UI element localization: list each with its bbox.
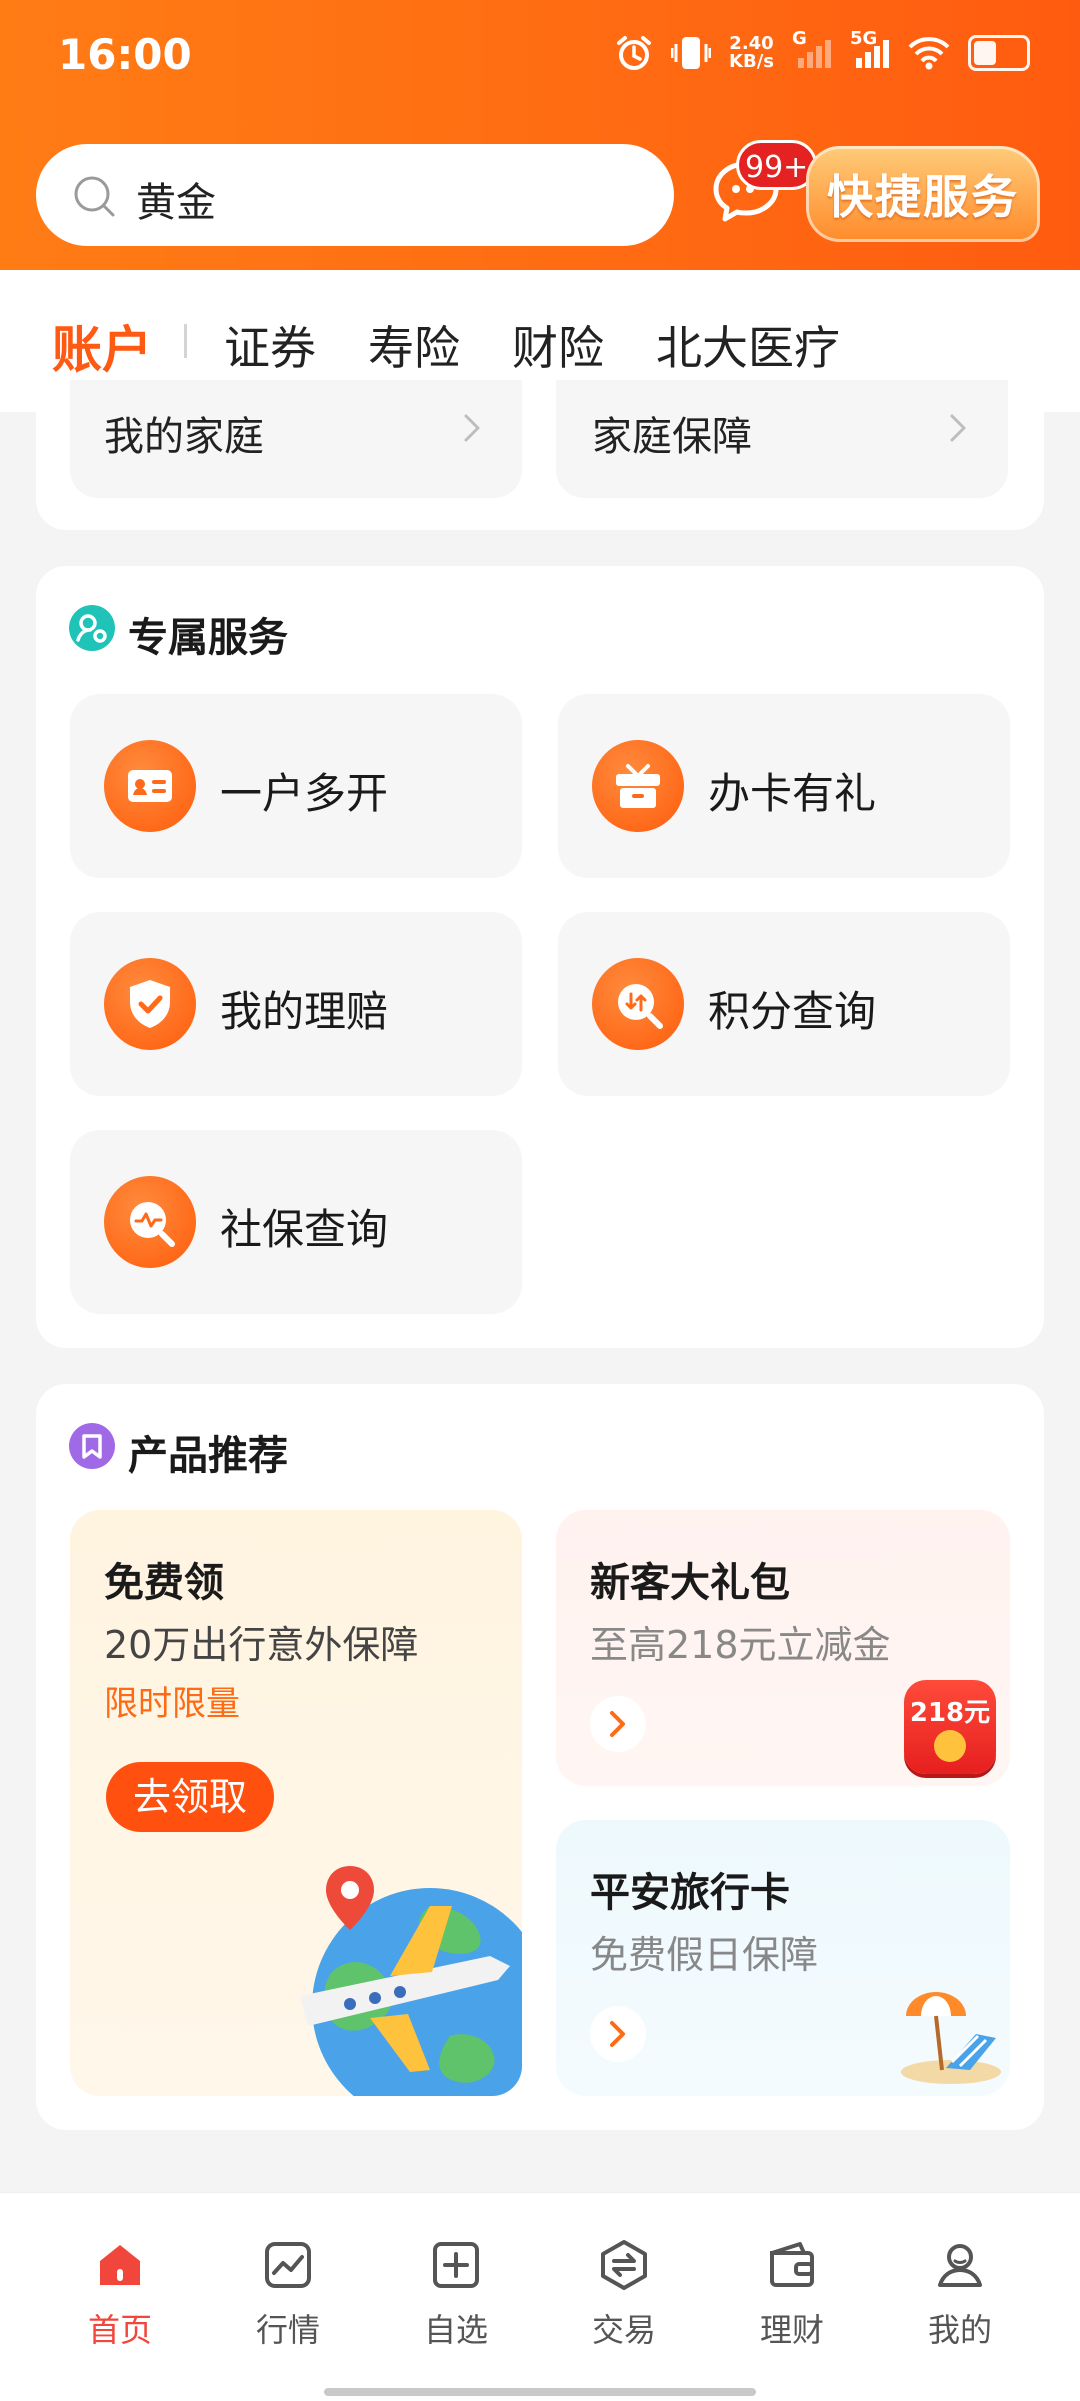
bottom-navigation: 首页 行情 自选 交易 理财 我的 xyxy=(0,2192,1080,2401)
promo-subtitle: 20万出行意外保障 xyxy=(104,1623,419,1667)
pulse-search-icon xyxy=(104,1176,196,1268)
alarm-icon xyxy=(617,36,652,70)
promo-arrow-button[interactable] xyxy=(590,2006,646,2062)
vibrate-icon xyxy=(671,37,712,69)
promo-arrow-button[interactable] xyxy=(590,1696,646,1752)
search-input[interactable]: 黄金 xyxy=(136,170,216,228)
shield-check-icon xyxy=(104,958,196,1050)
signal-5g: 5G xyxy=(850,28,890,72)
status-bar: 16:00 2.40 KB/s G 5G xyxy=(0,0,1080,120)
promo-title: 平安旅行卡 xyxy=(590,1870,790,1916)
service-label: 积分查询 xyxy=(708,987,877,1036)
add-watchlist-icon xyxy=(433,2242,479,2288)
exclusive-services-icon xyxy=(69,605,115,651)
market-chart-icon xyxy=(265,2242,311,2288)
coin-icon xyxy=(934,1730,966,1762)
wallet-icon xyxy=(770,2242,814,2287)
nav-label: 交易 xyxy=(591,2311,656,2349)
product-recommendation-title: 产品推荐 xyxy=(128,1433,288,1479)
nav-label: 首页 xyxy=(87,2311,152,2349)
nav-label: 行情 xyxy=(255,2311,320,2349)
signal-g-label: G xyxy=(792,28,807,49)
chevron-right-icon xyxy=(950,414,966,442)
service-multi-account[interactable]: 一户多开 xyxy=(70,694,522,878)
service-label: 办卡有礼 xyxy=(708,769,877,818)
status-time: 16:00 xyxy=(58,30,192,79)
promo-travel-card[interactable]: 平安旅行卡 免费假日保障 xyxy=(556,1820,1010,2096)
tab-account[interactable]: 账户 xyxy=(52,310,152,382)
nav-label: 我的 xyxy=(927,2311,992,2349)
promo-title: 新客大礼包 xyxy=(590,1560,790,1606)
promo-free-coverage[interactable]: 免费领 20万出行意外保障 限时限量 去领取 xyxy=(70,1510,522,2096)
network-speed: 2.40 KB/s xyxy=(729,35,774,71)
nav-profile[interactable]: 我的 xyxy=(876,2237,1044,2351)
tab-securities[interactable]: 证券 xyxy=(224,312,316,378)
nav-trade[interactable]: 交易 xyxy=(540,2237,708,2351)
promo-subtitle: 免费假日保障 xyxy=(590,1933,819,1977)
net-speed-unit: KB/s xyxy=(729,51,774,72)
status-icons: 2.40 KB/s G 5G xyxy=(615,28,1030,72)
profile-icon xyxy=(938,2244,982,2287)
nav-label: 理财 xyxy=(759,2311,824,2349)
tab-life-insurance[interactable]: 寿险 xyxy=(368,312,460,378)
bookmark-icon xyxy=(69,1423,115,1469)
nav-wealth[interactable]: 理财 xyxy=(708,2237,876,2351)
quick-service-button[interactable]: 快捷服务 xyxy=(806,146,1040,242)
points-search-icon xyxy=(592,958,684,1050)
my-family-label: 我的家庭 xyxy=(104,414,264,460)
signal-g: G xyxy=(792,28,832,72)
globe-airplane-illustration xyxy=(300,1866,522,2096)
nav-watchlist[interactable]: 自选 xyxy=(372,2237,540,2351)
home-indicator[interactable] xyxy=(324,2388,756,2396)
service-my-claims[interactable]: 我的理赔 xyxy=(70,912,522,1096)
tab-property-insurance[interactable]: 财险 xyxy=(512,312,604,378)
claim-button[interactable]: 去领取 xyxy=(106,1762,274,1832)
gift-amount-badge: 218元 xyxy=(909,1698,991,1728)
chevron-right-icon xyxy=(464,414,480,442)
promo-subtitle: 至高218元立减金 xyxy=(590,1623,891,1667)
promo-new-user-gift[interactable]: 新客大礼包 至高218元立减金 218元 xyxy=(556,1510,1010,1786)
signal-5g-label: 5G xyxy=(850,28,878,49)
wifi-icon xyxy=(908,37,950,70)
red-envelope-illustration: 218元 xyxy=(904,1680,996,1774)
search-bar[interactable]: 黄金 xyxy=(36,144,674,246)
nav-home[interactable]: 首页 xyxy=(36,2237,204,2351)
tab-divider xyxy=(184,324,187,358)
gift-box-icon xyxy=(592,740,684,832)
id-card-icon xyxy=(104,740,196,832)
exclusive-services-title: 专属服务 xyxy=(128,615,288,661)
service-label: 社保查询 xyxy=(220,1205,389,1254)
service-label: 一户多开 xyxy=(220,769,389,818)
promo-tag: 限时限量 xyxy=(104,1684,240,1724)
nav-market[interactable]: 行情 xyxy=(204,2237,372,2351)
family-protection-label: 家庭保障 xyxy=(592,414,752,460)
service-points-query[interactable]: 积分查询 xyxy=(558,912,1010,1096)
trade-exchange-icon xyxy=(601,2240,647,2290)
service-social-security[interactable]: 社保查询 xyxy=(70,1130,522,1314)
tab-healthcare[interactable]: 北大医疗 xyxy=(656,312,840,378)
battery-icon xyxy=(968,35,1030,71)
service-card-gift[interactable]: 办卡有礼 xyxy=(558,694,1010,878)
nav-label: 自选 xyxy=(423,2311,488,2349)
promo-title: 免费领 xyxy=(104,1560,224,1606)
search-icon xyxy=(74,176,115,217)
home-icon xyxy=(100,2245,140,2285)
beach-chair-illustration xyxy=(901,1992,1001,2084)
service-label: 我的理赔 xyxy=(220,987,389,1036)
